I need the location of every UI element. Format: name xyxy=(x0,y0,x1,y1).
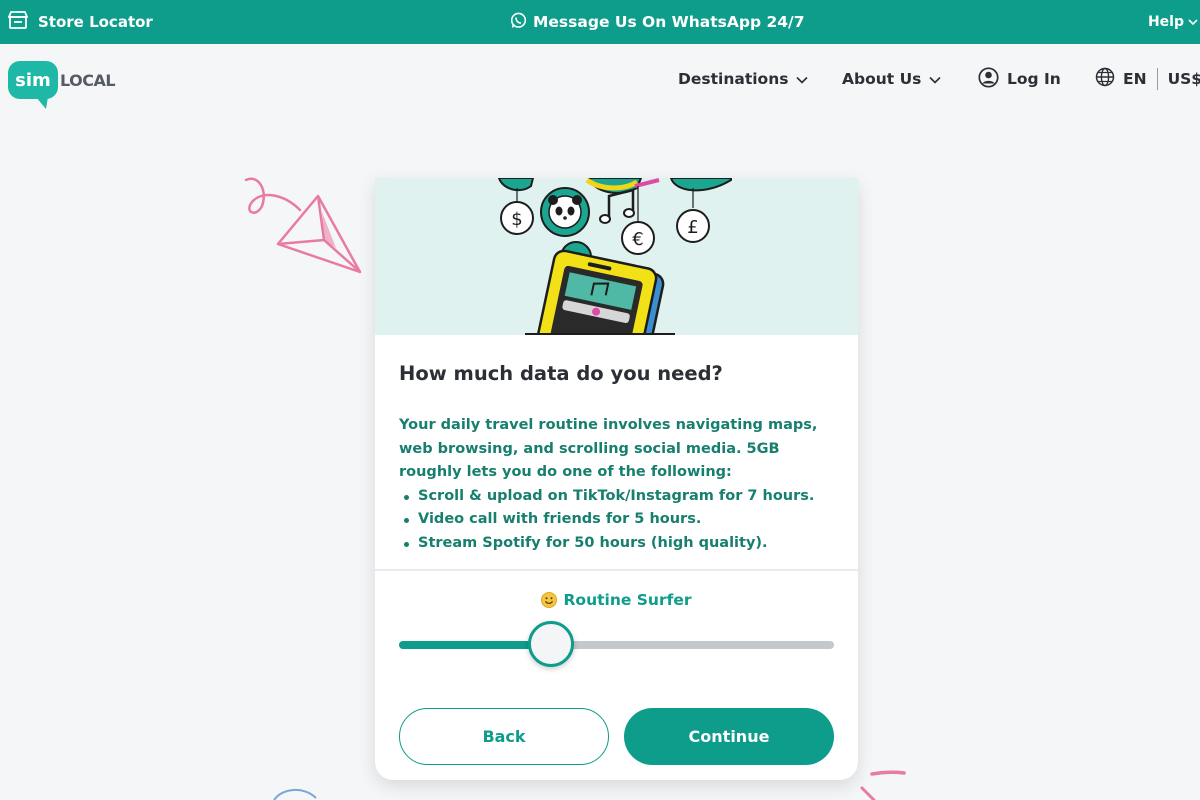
whatsapp-link[interactable]: Message Us On WhatsApp 24/7 xyxy=(510,0,805,44)
user-icon xyxy=(978,66,999,92)
language-label: EN xyxy=(1123,70,1147,88)
back-button[interactable]: Back xyxy=(399,708,609,765)
logo-bubble: sim xyxy=(8,61,58,109)
description-intro: Your daily travel routine involves navig… xyxy=(399,417,818,480)
data-quiz-card: $ € £ ¥ xyxy=(375,178,858,780)
nav-destinations-label: Destinations xyxy=(678,70,789,88)
nav-log-in[interactable]: Log In xyxy=(978,64,1061,94)
chevron-down-icon xyxy=(929,70,941,88)
logo-sim-text: sim xyxy=(15,69,51,91)
nav-destinations[interactable]: Destinations xyxy=(678,64,809,94)
usage-level-label: Routine Surfer xyxy=(375,591,858,609)
list-item: Video call with friends for 5 hours. xyxy=(399,508,839,532)
smiley-emoji-icon xyxy=(541,592,558,608)
question-title: How much data do you need? xyxy=(399,362,723,385)
store-icon xyxy=(7,11,29,33)
help-label: Help xyxy=(1147,14,1184,30)
pink-stroke-decoration xyxy=(860,770,906,800)
data-amount-slider[interactable] xyxy=(399,621,834,667)
list-item: Scroll & upload on TikTok/Instagram for … xyxy=(399,485,839,509)
svg-text:€: € xyxy=(632,229,643,250)
simlocal-logo[interactable]: sim LOCAL xyxy=(8,56,116,109)
level-label-text: Routine Surfer xyxy=(563,591,692,609)
store-locator-label: Store Locator xyxy=(38,13,153,31)
paper-plane-decoration xyxy=(244,177,362,274)
logo-local-text: LOCAL xyxy=(60,70,116,90)
chevron-down-icon xyxy=(796,70,809,88)
whatsapp-icon xyxy=(510,12,527,33)
whatsapp-label: Message Us On WhatsApp 24/7 xyxy=(533,13,805,31)
svg-text:£: £ xyxy=(687,217,698,238)
divider xyxy=(1156,68,1158,90)
list-item: Stream Spotify for 50 hours (high qualit… xyxy=(399,532,839,556)
nav-login-label: Log In xyxy=(1007,70,1061,88)
store-locator-link[interactable]: Store Locator xyxy=(7,0,153,44)
currency-label: US$ xyxy=(1167,70,1200,88)
hero-illustration: $ € £ ¥ xyxy=(375,178,858,335)
globe-icon xyxy=(1095,67,1115,91)
nav-about-us[interactable]: About Us xyxy=(842,64,941,94)
phone-illustration: $ € £ ¥ xyxy=(497,178,732,335)
nav-about-label: About Us xyxy=(842,70,922,88)
usage-list: Scroll & upload on TikTok/Instagram for … xyxy=(399,485,839,556)
svg-text:$: $ xyxy=(511,209,522,230)
description: Your daily travel routine involves navig… xyxy=(399,414,839,555)
help-menu[interactable]: Help xyxy=(1148,0,1200,44)
divider xyxy=(375,569,858,571)
blue-arc-decoration xyxy=(273,789,317,800)
slider-thumb[interactable] xyxy=(528,621,575,667)
continue-button[interactable]: Continue xyxy=(624,708,834,765)
chevron-down-icon xyxy=(1188,14,1198,30)
language-currency-selector[interactable]: EN US$ xyxy=(1095,64,1200,94)
top-bar: Store Locator Message Us On WhatsApp 24/… xyxy=(0,0,1200,44)
